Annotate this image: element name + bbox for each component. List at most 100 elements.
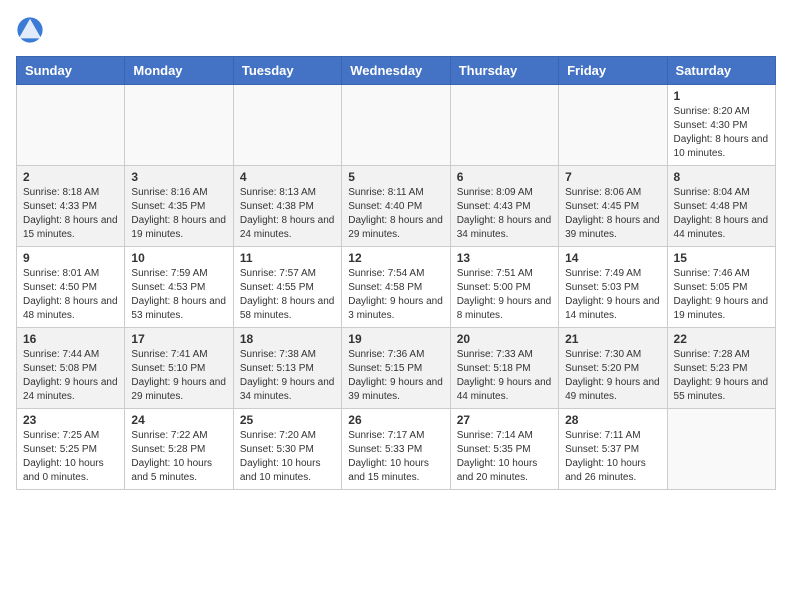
calendar-cell: 17 Sunrise: 7:41 AM Sunset: 5:10 PM Dayli… [125,328,233,409]
logo [16,16,46,44]
calendar-cell: 8 Sunrise: 8:04 AM Sunset: 4:48 PM Daylig… [667,166,775,247]
day-number: 1 [674,89,769,103]
day-number: 5 [348,170,443,184]
day-number: 13 [457,251,552,265]
day-info: Sunrise: 8:04 AM Sunset: 4:48 PM Dayligh… [674,186,769,242]
calendar-cell: 26 Sunrise: 7:17 AM Sunset: 5:33 PM Dayli… [342,409,450,490]
calendar-cell [233,85,341,166]
day-info: Sunrise: 7:57 AM Sunset: 4:55 PM Dayligh… [240,267,335,323]
day-info: Sunrise: 8:18 AM Sunset: 4:33 PM Dayligh… [23,186,118,242]
calendar-cell: 14 Sunrise: 7:49 AM Sunset: 5:03 PM Dayli… [559,247,667,328]
calendar-cell: 3 Sunrise: 8:16 AM Sunset: 4:35 PM Daylig… [125,166,233,247]
calendar-header-wednesday: Wednesday [342,57,450,85]
calendar-week-row: 9 Sunrise: 8:01 AM Sunset: 4:50 PM Daylig… [17,247,776,328]
calendar-header-friday: Friday [559,57,667,85]
calendar-cell [17,85,125,166]
day-info: Sunrise: 7:51 AM Sunset: 5:00 PM Dayligh… [457,267,552,323]
day-info: Sunrise: 7:49 AM Sunset: 5:03 PM Dayligh… [565,267,660,323]
day-info: Sunrise: 7:28 AM Sunset: 5:23 PM Dayligh… [674,348,769,404]
calendar-cell: 21 Sunrise: 7:30 AM Sunset: 5:20 PM Dayli… [559,328,667,409]
calendar-cell [667,409,775,490]
day-info: Sunrise: 8:13 AM Sunset: 4:38 PM Dayligh… [240,186,335,242]
day-number: 15 [674,251,769,265]
day-info: Sunrise: 7:11 AM Sunset: 5:37 PM Dayligh… [565,429,660,485]
day-number: 2 [23,170,118,184]
calendar-header-tuesday: Tuesday [233,57,341,85]
day-number: 6 [457,170,552,184]
calendar-cell: 1 Sunrise: 8:20 AM Sunset: 4:30 PM Daylig… [667,85,775,166]
calendar-table: SundayMondayTuesdayWednesdayThursdayFrid… [16,56,776,490]
day-number: 28 [565,413,660,427]
day-info: Sunrise: 7:59 AM Sunset: 4:53 PM Dayligh… [131,267,226,323]
calendar-header-thursday: Thursday [450,57,558,85]
day-info: Sunrise: 7:41 AM Sunset: 5:10 PM Dayligh… [131,348,226,404]
day-number: 20 [457,332,552,346]
logo-icon [16,16,44,44]
calendar-header-monday: Monday [125,57,233,85]
day-info: Sunrise: 7:54 AM Sunset: 4:58 PM Dayligh… [348,267,443,323]
day-number: 9 [23,251,118,265]
day-number: 17 [131,332,226,346]
calendar-cell: 24Sunrise: 7:22 AM Sunset: 5:28 PM Dayli… [125,409,233,490]
day-number: 19 [348,332,443,346]
day-number: 10 [131,251,226,265]
calendar-cell [450,85,558,166]
calendar-header-row: SundayMondayTuesdayWednesdayThursdayFrid… [17,57,776,85]
day-number: 18 [240,332,335,346]
calendar-cell: 16 Sunrise: 7:44 AM Sunset: 5:08 PM Dayli… [17,328,125,409]
calendar-cell: 22 Sunrise: 7:28 AM Sunset: 5:23 PM Dayli… [667,328,775,409]
calendar-cell: 27Sunrise: 7:14 AM Sunset: 5:35 PM Dayli… [450,409,558,490]
day-info: Sunrise: 7:25 AM Sunset: 5:25 PM Dayligh… [23,429,118,485]
day-info: Sunrise: 7:22 AM Sunset: 5:28 PM Dayligh… [131,429,226,485]
day-info: Sunrise: 7:38 AM Sunset: 5:13 PM Dayligh… [240,348,335,404]
calendar-cell: 2 Sunrise: 8:18 AM Sunset: 4:33 PM Daylig… [17,166,125,247]
calendar-cell: 28 Sunrise: 7:11 AM Sunset: 5:37 PM Dayli… [559,409,667,490]
day-number: 4 [240,170,335,184]
day-number: 12 [348,251,443,265]
calendar-cell: 9 Sunrise: 8:01 AM Sunset: 4:50 PM Daylig… [17,247,125,328]
day-info: Sunrise: 7:36 AM Sunset: 5:15 PM Dayligh… [348,348,443,404]
calendar-week-row: 2 Sunrise: 8:18 AM Sunset: 4:33 PM Daylig… [17,166,776,247]
calendar-week-row: 1 Sunrise: 8:20 AM Sunset: 4:30 PM Daylig… [17,85,776,166]
day-info: Sunrise: 8:01 AM Sunset: 4:50 PM Dayligh… [23,267,118,323]
day-number: 22 [674,332,769,346]
day-number: 8 [674,170,769,184]
day-info: Sunrise: 8:20 AM Sunset: 4:30 PM Dayligh… [674,105,769,161]
day-number: 14 [565,251,660,265]
day-info: Sunrise: 7:30 AM Sunset: 5:20 PM Dayligh… [565,348,660,404]
calendar-cell [125,85,233,166]
calendar-cell: 23Sunrise: 7:25 AM Sunset: 5:25 PM Dayli… [17,409,125,490]
calendar-cell [342,85,450,166]
day-info: Sunrise: 7:14 AM Sunset: 5:35 PM Dayligh… [457,429,552,485]
day-info: Sunrise: 8:06 AM Sunset: 4:45 PM Dayligh… [565,186,660,242]
day-number: 3 [131,170,226,184]
day-info: Sunrise: 8:16 AM Sunset: 4:35 PM Dayligh… [131,186,226,242]
calendar-header-saturday: Saturday [667,57,775,85]
day-number: 25 [240,413,335,427]
calendar-cell: 12 Sunrise: 7:54 AM Sunset: 4:58 PM Dayli… [342,247,450,328]
calendar-cell: 19 Sunrise: 7:36 AM Sunset: 5:15 PM Dayli… [342,328,450,409]
day-info: Sunrise: 8:11 AM Sunset: 4:40 PM Dayligh… [348,186,443,242]
calendar-cell: 7 Sunrise: 8:06 AM Sunset: 4:45 PM Daylig… [559,166,667,247]
day-info: Sunrise: 8:09 AM Sunset: 4:43 PM Dayligh… [457,186,552,242]
calendar-cell: 10 Sunrise: 7:59 AM Sunset: 4:53 PM Dayli… [125,247,233,328]
calendar-cell: 13 Sunrise: 7:51 AM Sunset: 5:00 PM Dayli… [450,247,558,328]
calendar-cell: 11Sunrise: 7:57 AM Sunset: 4:55 PM Dayli… [233,247,341,328]
calendar-cell: 25 Sunrise: 7:20 AM Sunset: 5:30 PM Dayli… [233,409,341,490]
calendar-cell: 18 Sunrise: 7:38 AM Sunset: 5:13 PM Dayli… [233,328,341,409]
calendar-cell [559,85,667,166]
day-info: Sunrise: 7:33 AM Sunset: 5:18 PM Dayligh… [457,348,552,404]
day-info: Sunrise: 7:44 AM Sunset: 5:08 PM Dayligh… [23,348,118,404]
page-header [16,16,776,44]
calendar-header-sunday: Sunday [17,57,125,85]
day-number: 26 [348,413,443,427]
day-info: Sunrise: 7:20 AM Sunset: 5:30 PM Dayligh… [240,429,335,485]
day-number: 16 [23,332,118,346]
calendar-cell: 6 Sunrise: 8:09 AM Sunset: 4:43 PM Daylig… [450,166,558,247]
day-info: Sunrise: 7:17 AM Sunset: 5:33 PM Dayligh… [348,429,443,485]
calendar-cell: 5 Sunrise: 8:11 AM Sunset: 4:40 PM Daylig… [342,166,450,247]
day-number: 21 [565,332,660,346]
day-info: Sunrise: 7:46 AM Sunset: 5:05 PM Dayligh… [674,267,769,323]
calendar-week-row: 23Sunrise: 7:25 AM Sunset: 5:25 PM Dayli… [17,409,776,490]
day-number: 7 [565,170,660,184]
